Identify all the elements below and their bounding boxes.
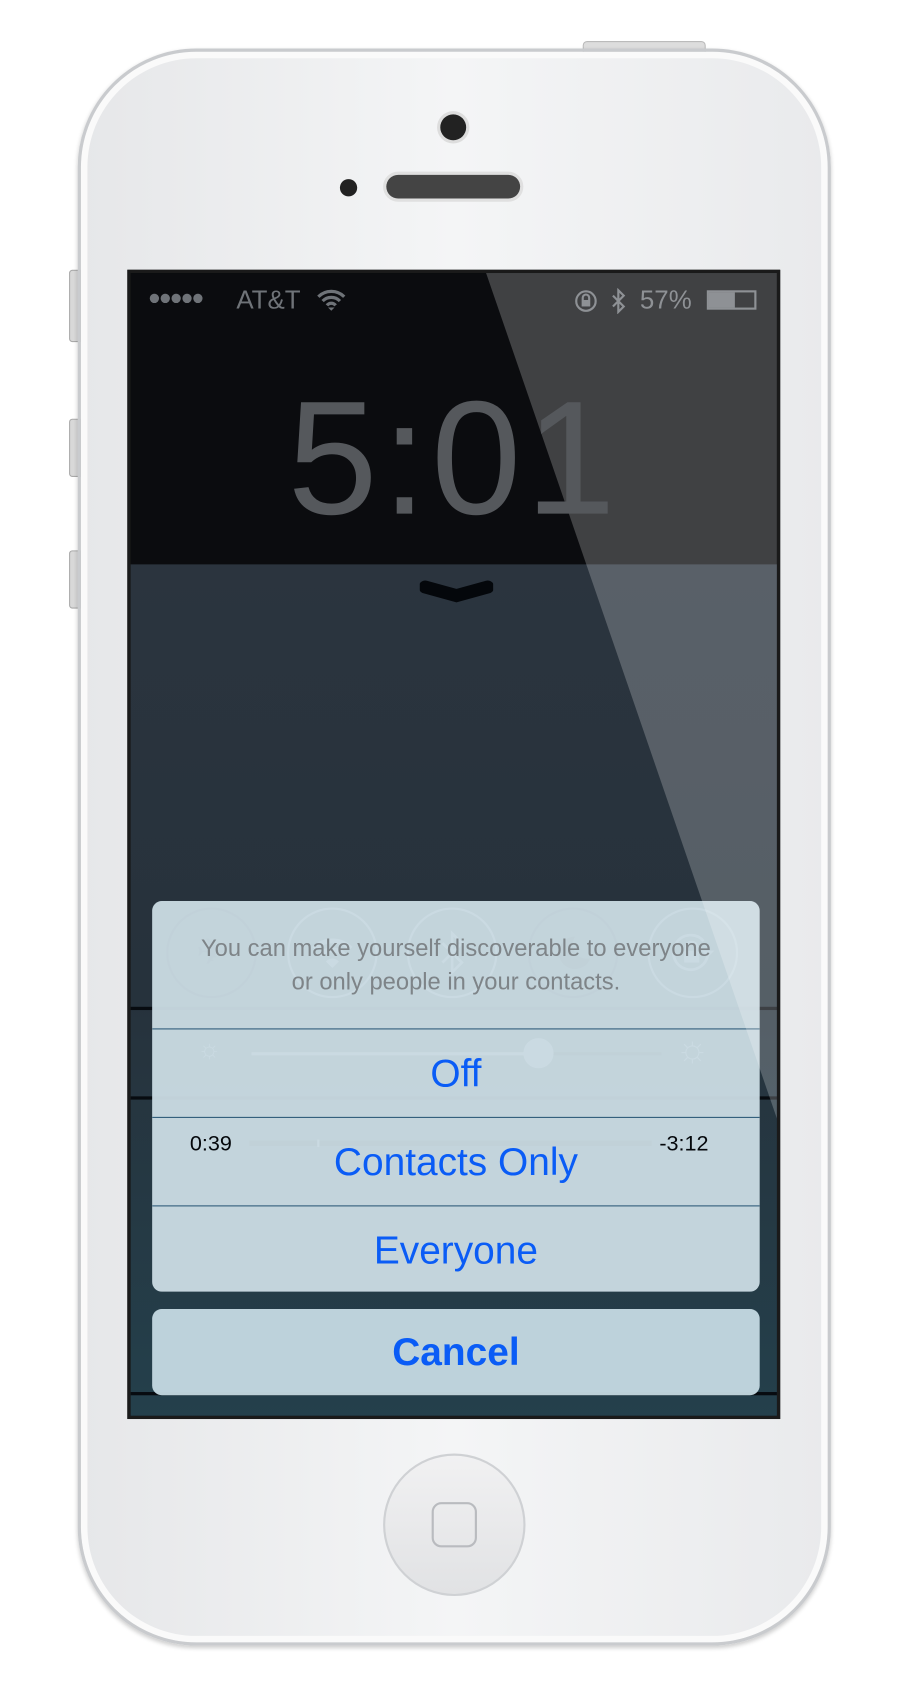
- cancel-button[interactable]: Cancel: [152, 1308, 760, 1396]
- action-sheet: You can make yourself discoverable to ev…: [152, 901, 760, 1292]
- proximity-sensor: [339, 179, 358, 197]
- media-remaining-time: -3:12: [659, 1131, 709, 1156]
- carrier-name: AT&T: [236, 285, 301, 316]
- home-square-icon: [431, 1502, 477, 1548]
- home-button[interactable]: [383, 1453, 526, 1596]
- rotation-lock-icon: [575, 290, 597, 312]
- signal-strength: ●●●●●: [147, 285, 205, 310]
- battery-fill: [708, 292, 735, 308]
- wifi-icon: [317, 289, 346, 311]
- battery-percent: 57%: [639, 285, 692, 316]
- battery-icon: [706, 290, 757, 310]
- status-bar: ●●●●● AT&T 57%: [148, 286, 760, 318]
- lock-screen-clock: 5:01: [287, 366, 620, 549]
- option-off-button[interactable]: Off: [152, 1028, 760, 1116]
- option-everyone-button[interactable]: Everyone: [152, 1205, 760, 1291]
- screen: ●●●●● AT&T 57% 5:01 ✈: [127, 269, 781, 1420]
- front-camera: [440, 114, 467, 141]
- bluetooth-icon: [612, 288, 626, 315]
- media-elapsed-time: 0:39: [189, 1131, 232, 1156]
- earpiece-speaker: [386, 174, 521, 199]
- action-sheet-message: You can make yourself discoverable to ev…: [200, 934, 711, 995]
- option-contacts-only-button[interactable]: Contacts Only: [152, 1116, 760, 1205]
- chevron-down-icon[interactable]: [419, 579, 494, 603]
